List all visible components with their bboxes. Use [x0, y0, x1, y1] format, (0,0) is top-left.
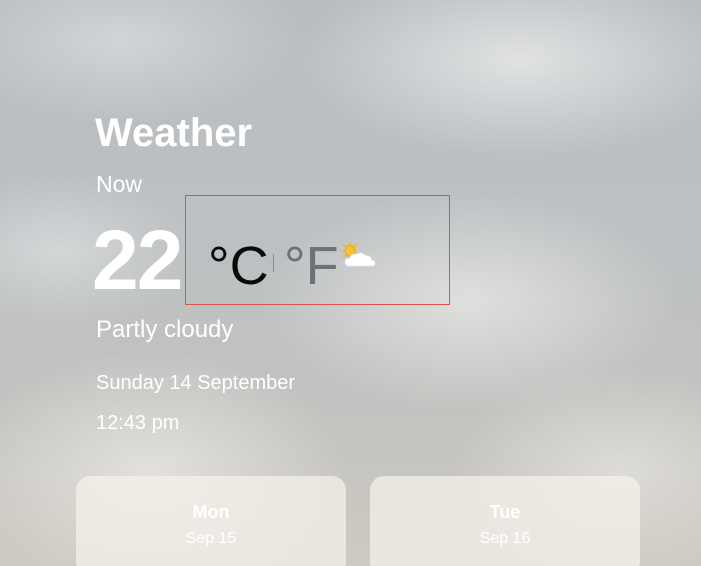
forecast-day: Tue — [489, 502, 521, 522]
forecast-date: Sep 15 — [185, 530, 237, 547]
fahrenheit-unit-button[interactable]: °F — [284, 234, 339, 298]
current-time: 12:43 pm — [96, 412, 180, 434]
weather-condition: Partly cloudy — [96, 316, 234, 343]
forecast-date: Sep 16 — [479, 530, 531, 547]
app-title: Weather — [95, 111, 253, 155]
unit-separator — [273, 254, 274, 272]
forecast-card-tue[interactable]: Tue Sep 16 — [370, 476, 640, 566]
now-label: Now — [96, 171, 143, 197]
partly-cloudy-icon — [337, 240, 381, 272]
current-temperature: 22 — [92, 213, 183, 307]
celsius-unit-button[interactable]: °C — [208, 234, 269, 298]
forecast-day: Mon — [192, 502, 230, 522]
forecast-card-mon[interactable]: Mon Sep 15 — [76, 476, 346, 566]
current-date: Sunday 14 September — [96, 372, 296, 394]
